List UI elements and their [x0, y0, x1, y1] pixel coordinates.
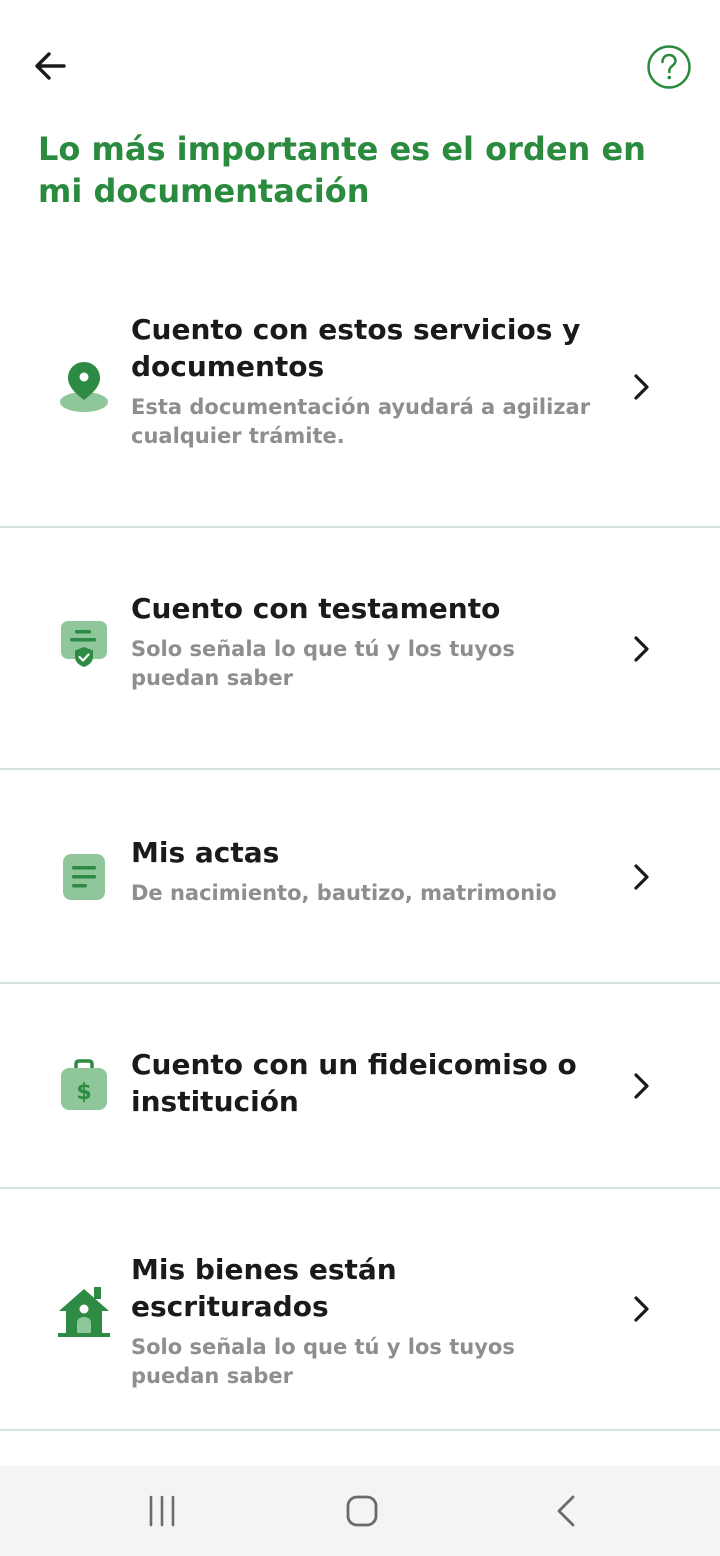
svg-text:$: $	[76, 1080, 91, 1105]
page-title: Lo más importante es el orden en mi docu…	[38, 130, 646, 210]
nav-back-button[interactable]	[536, 1484, 596, 1538]
option-text: Cuento con estos servicios y documentos …	[131, 311, 601, 451]
house-icon	[56, 1283, 112, 1339]
chevron-right-icon	[626, 1294, 656, 1324]
chevron-right-icon	[626, 862, 656, 892]
nav-back-icon	[557, 1495, 575, 1527]
question-circle-icon	[647, 45, 691, 89]
option-title: Cuento con testamento	[131, 592, 501, 625]
arrow-left-icon	[35, 52, 66, 80]
help-button[interactable]	[646, 44, 692, 90]
option-services-documents[interactable]: Cuento con estos servicios y documentos …	[0, 266, 720, 528]
chevron-right-icon	[626, 1071, 656, 1101]
option-subtitle: Esta documentación ayudará a agilizar cu…	[131, 395, 591, 448]
option-text: Cuento con testamento Solo señala lo que…	[131, 590, 601, 693]
location-pin-icon	[56, 358, 112, 414]
back-button[interactable]	[26, 42, 74, 90]
home-button[interactable]	[332, 1484, 392, 1538]
option-title: Mis actas	[131, 836, 280, 869]
option-text: Mis actas De nacimiento, bautizo, matrim…	[131, 834, 601, 908]
home-icon	[346, 1495, 378, 1527]
option-certificates[interactable]: Mis actas De nacimiento, bautizo, matrim…	[0, 770, 720, 984]
chevron-right-icon	[626, 372, 656, 402]
option-title: Cuento con un fideicomiso o institución	[131, 1048, 577, 1118]
money-bag-icon: $	[56, 1058, 112, 1114]
option-will[interactable]: Cuento con testamento Solo señala lo que…	[0, 528, 720, 770]
option-text: Cuento con un fideicomiso o institución	[131, 1046, 601, 1120]
option-subtitle: De nacimiento, bautizo, matrimonio	[131, 881, 557, 905]
recents-button[interactable]	[132, 1484, 192, 1538]
option-subtitle: Solo señala lo que tú y los tuyos puedan…	[131, 1335, 515, 1388]
option-trust[interactable]: $ Cuento con un fideicomiso o institució…	[0, 984, 720, 1189]
option-title: Mis bienes están escriturados	[131, 1253, 397, 1323]
header	[0, 0, 720, 120]
options-list: Cuento con estos servicios y documentos …	[0, 266, 720, 1431]
document-lines-icon	[56, 849, 112, 905]
system-navigation-bar	[0, 1466, 720, 1556]
option-title: Cuento con estos servicios y documentos	[131, 313, 581, 383]
document-shield-icon	[56, 617, 112, 673]
option-subtitle: Solo señala lo que tú y los tuyos puedan…	[131, 637, 515, 690]
recents-icon	[149, 1495, 175, 1527]
option-properties[interactable]: Mis bienes están escriturados Solo señal…	[0, 1189, 720, 1431]
option-text: Mis bienes están escriturados Solo señal…	[131, 1251, 601, 1391]
chevron-right-icon	[626, 634, 656, 664]
